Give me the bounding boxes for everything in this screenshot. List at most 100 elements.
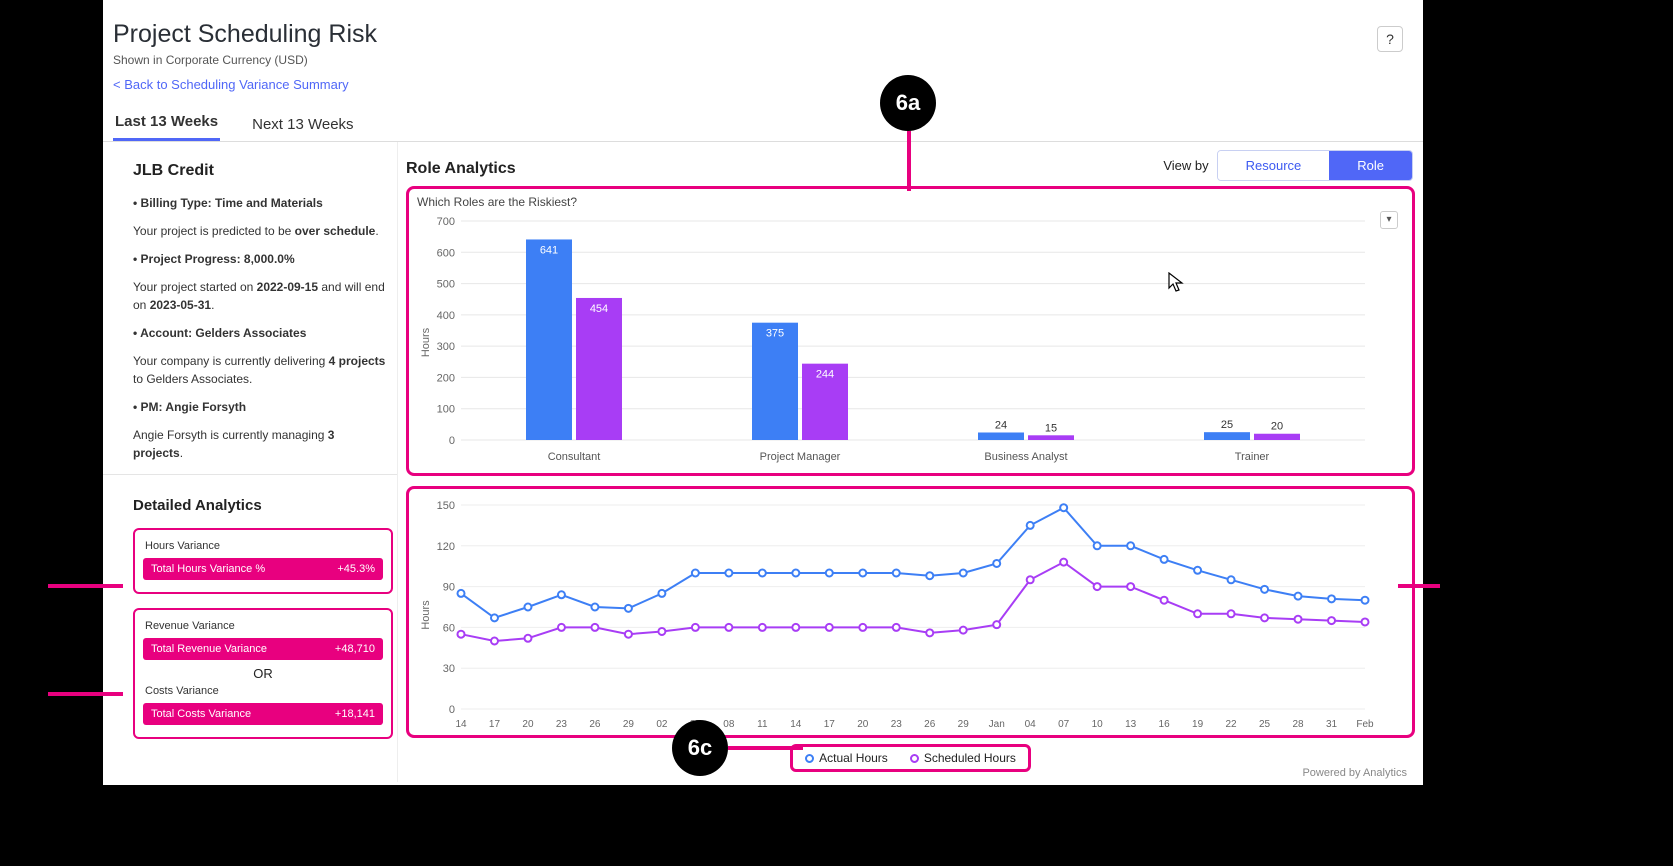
svg-text:29: 29 <box>958 719 970 730</box>
svg-text:15: 15 <box>1045 422 1057 434</box>
tab-last-13-weeks[interactable]: Last 13 Weeks <box>113 113 220 141</box>
costs-variance-bar-value: +18,141 <box>335 708 375 720</box>
account-pre: Your company is currently delivering <box>133 354 329 368</box>
svg-text:07: 07 <box>1058 719 1070 730</box>
svg-text:400: 400 <box>437 310 455 322</box>
bar-chart: 0100200300400500600700Hours641454Consult… <box>415 215 1375 470</box>
costs-variance-label: Costs Variance <box>145 685 383 697</box>
svg-text:29: 29 <box>623 719 635 730</box>
revenue-variance-label: Revenue Variance <box>145 620 383 632</box>
content-area: JLB Credit Billing Type: Time and Materi… <box>103 142 1423 782</box>
svg-text:200: 200 <box>437 372 455 384</box>
pm-pre: Angie Forsyth is currently managing <box>133 428 328 442</box>
account-bold: 4 projects <box>329 354 386 368</box>
progress-date2: 2023-05-31 <box>150 298 211 312</box>
legend-scheduled: Scheduled Hours <box>910 751 1016 765</box>
mouse-cursor-icon <box>1168 272 1186 300</box>
svg-text:500: 500 <box>437 279 455 291</box>
view-by-role[interactable]: Role <box>1329 151 1412 180</box>
hours-variance-bar-label: Total Hours Variance % <box>151 563 265 575</box>
annotation-line-6a <box>907 131 911 191</box>
costs-variance-bar[interactable]: Total Costs Variance +18,141 <box>143 703 383 725</box>
annotation-line-6c <box>728 746 803 750</box>
progress-pre: Your project started on <box>133 280 257 294</box>
svg-text:Hours: Hours <box>420 600 432 630</box>
svg-text:641: 641 <box>540 244 558 256</box>
revenue-variance-bar-label: Total Revenue Variance <box>151 643 267 655</box>
svg-text:120: 120 <box>437 541 455 553</box>
hours-variance-bar[interactable]: Total Hours Variance % +45.3% <box>143 558 383 580</box>
line-chart-frame: 0306090120150Hours1417202326290205081114… <box>406 486 1415 738</box>
account-label: Account: Gelders Associates <box>133 326 306 340</box>
svg-text:23: 23 <box>891 719 903 730</box>
progress-label: Project Progress: 8,000.0% <box>133 252 295 266</box>
svg-text:454: 454 <box>590 303 608 315</box>
legend-actual-marker <box>805 754 814 763</box>
account-post: to Gelders Associates. <box>133 372 252 386</box>
billing-text-bold: over schedule <box>295 224 376 238</box>
svg-text:Business Analyst: Business Analyst <box>984 451 1067 463</box>
svg-text:04: 04 <box>1025 719 1037 730</box>
svg-text:17: 17 <box>824 719 836 730</box>
svg-text:150: 150 <box>437 500 455 512</box>
left-panel: JLB Credit Billing Type: Time and Materi… <box>103 142 398 782</box>
svg-text:100: 100 <box>437 404 455 416</box>
hours-variance-box: Hours Variance Total Hours Variance % +4… <box>133 528 393 594</box>
progress-post: . <box>211 298 214 312</box>
bar-chart-title: Which Roles are the Riskiest? <box>417 195 1406 209</box>
svg-text:300: 300 <box>437 341 455 353</box>
svg-text:31: 31 <box>1326 719 1338 730</box>
right-panel: Role Analytics View by Resource Role Whi… <box>398 142 1423 782</box>
svg-text:28: 28 <box>1292 719 1304 730</box>
svg-text:16: 16 <box>1159 719 1171 730</box>
svg-text:60: 60 <box>443 622 455 634</box>
view-by-resource[interactable]: Resource <box>1218 151 1330 180</box>
annotation-badge-6c: 6c <box>672 720 728 776</box>
svg-text:90: 90 <box>443 582 455 594</box>
project-name: JLB Credit <box>133 162 387 180</box>
revenue-variance-bar-value: +48,710 <box>335 643 375 655</box>
legend-scheduled-label: Scheduled Hours <box>924 751 1016 765</box>
svg-text:Project Manager: Project Manager <box>760 451 841 463</box>
svg-text:244: 244 <box>816 369 834 381</box>
annotation-label-5b: 5b <box>5 676 38 708</box>
svg-text:08: 08 <box>723 719 735 730</box>
svg-text:13: 13 <box>1125 719 1137 730</box>
svg-text:26: 26 <box>589 719 601 730</box>
legend-scheduled-marker <box>910 754 919 763</box>
svg-text:25: 25 <box>1259 719 1271 730</box>
page-subtitle: Shown in Corporate Currency (USD) <box>113 53 1423 67</box>
line-chart: 0306090120150Hours1417202326290205081114… <box>415 495 1375 735</box>
hours-variance-bar-value: +45.3% <box>337 563 375 575</box>
back-link[interactable]: < Back to Scheduling Variance Summary <box>113 77 349 92</box>
svg-text:Jan: Jan <box>989 719 1005 730</box>
app-frame: ? Project Scheduling Risk Shown in Corpo… <box>103 0 1423 785</box>
costs-variance-bar-label: Total Costs Variance <box>151 708 251 720</box>
footer-text: Powered by Analytics <box>1302 767 1407 779</box>
tab-next-13-weeks[interactable]: Next 13 Weeks <box>250 116 355 141</box>
svg-text:Trainer: Trainer <box>1235 451 1270 463</box>
svg-text:22: 22 <box>1226 719 1238 730</box>
billing-text-pre: Your project is predicted to be <box>133 224 295 238</box>
svg-text:24: 24 <box>995 419 1007 431</box>
svg-text:Hours: Hours <box>420 327 432 357</box>
pm-post: . <box>180 446 183 460</box>
svg-text:0: 0 <box>449 435 455 447</box>
annotation-badge-6a: 6a <box>880 75 936 131</box>
bar-chart-frame: Which Roles are the Riskiest? ▾ 0 100 200 3… <box>406 186 1415 476</box>
annotation-label-6b: 6b <box>1446 568 1479 600</box>
billing-text-post: . <box>375 224 378 238</box>
pm-label: PM: Angie Forsyth <box>133 400 246 414</box>
progress-date1: 2022-09-15 <box>257 280 318 294</box>
chart-menu-button[interactable]: ▾ <box>1380 211 1398 229</box>
billing-type-label: Billing Type: Time and Materials <box>133 196 323 210</box>
view-by-group: View by Resource Role <box>1163 150 1413 181</box>
revenue-variance-bar[interactable]: Total Revenue Variance +48,710 <box>143 638 383 660</box>
revenue-costs-box: Revenue Variance Total Revenue Variance … <box>133 608 393 739</box>
svg-text:375: 375 <box>766 328 784 340</box>
view-by-label: View by <box>1163 158 1208 173</box>
annotation-line-6b <box>1398 584 1440 588</box>
help-button[interactable]: ? <box>1377 26 1403 52</box>
detailed-analytics-title: Detailed Analytics <box>133 497 387 514</box>
svg-text:23: 23 <box>556 719 568 730</box>
